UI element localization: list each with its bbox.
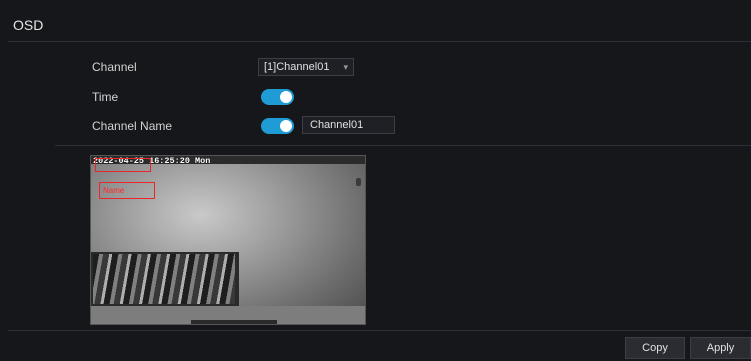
- copy-button[interactable]: Copy: [625, 337, 685, 359]
- channel-name-label: Channel Name: [92, 119, 173, 133]
- channel-select[interactable]: [1]Channel01 ▾: [258, 58, 354, 76]
- osd-time-box[interactable]: [95, 158, 151, 172]
- toggle-knob: [280, 91, 292, 103]
- osd-settings-panel: OSD Channel [1]Channel01 ▾ Time Channel …: [0, 0, 751, 361]
- channel-name-toggle[interactable]: [261, 118, 294, 134]
- apply-button[interactable]: Apply: [690, 337, 751, 359]
- channel-select-value: [1]Channel01: [264, 61, 330, 73]
- wall-mark: [356, 178, 361, 186]
- channel-name-input[interactable]: Channel01: [302, 116, 395, 134]
- time-label: Time: [92, 90, 119, 104]
- floor-object: [191, 320, 277, 324]
- chevron-down-icon: ▾: [343, 62, 348, 72]
- form-divider: [55, 145, 751, 146]
- header-divider: [8, 41, 751, 42]
- toggle-knob: [280, 120, 292, 132]
- time-toggle[interactable]: [261, 89, 294, 105]
- osd-name-box[interactable]: Name: [99, 182, 155, 199]
- video-preview[interactable]: 2022-04-25 16:25:20 Mon Name: [90, 155, 366, 325]
- footer-divider: [8, 330, 751, 331]
- page-title: OSD: [13, 17, 44, 33]
- channel-label: Channel: [92, 60, 137, 74]
- cloth-object: [93, 254, 235, 304]
